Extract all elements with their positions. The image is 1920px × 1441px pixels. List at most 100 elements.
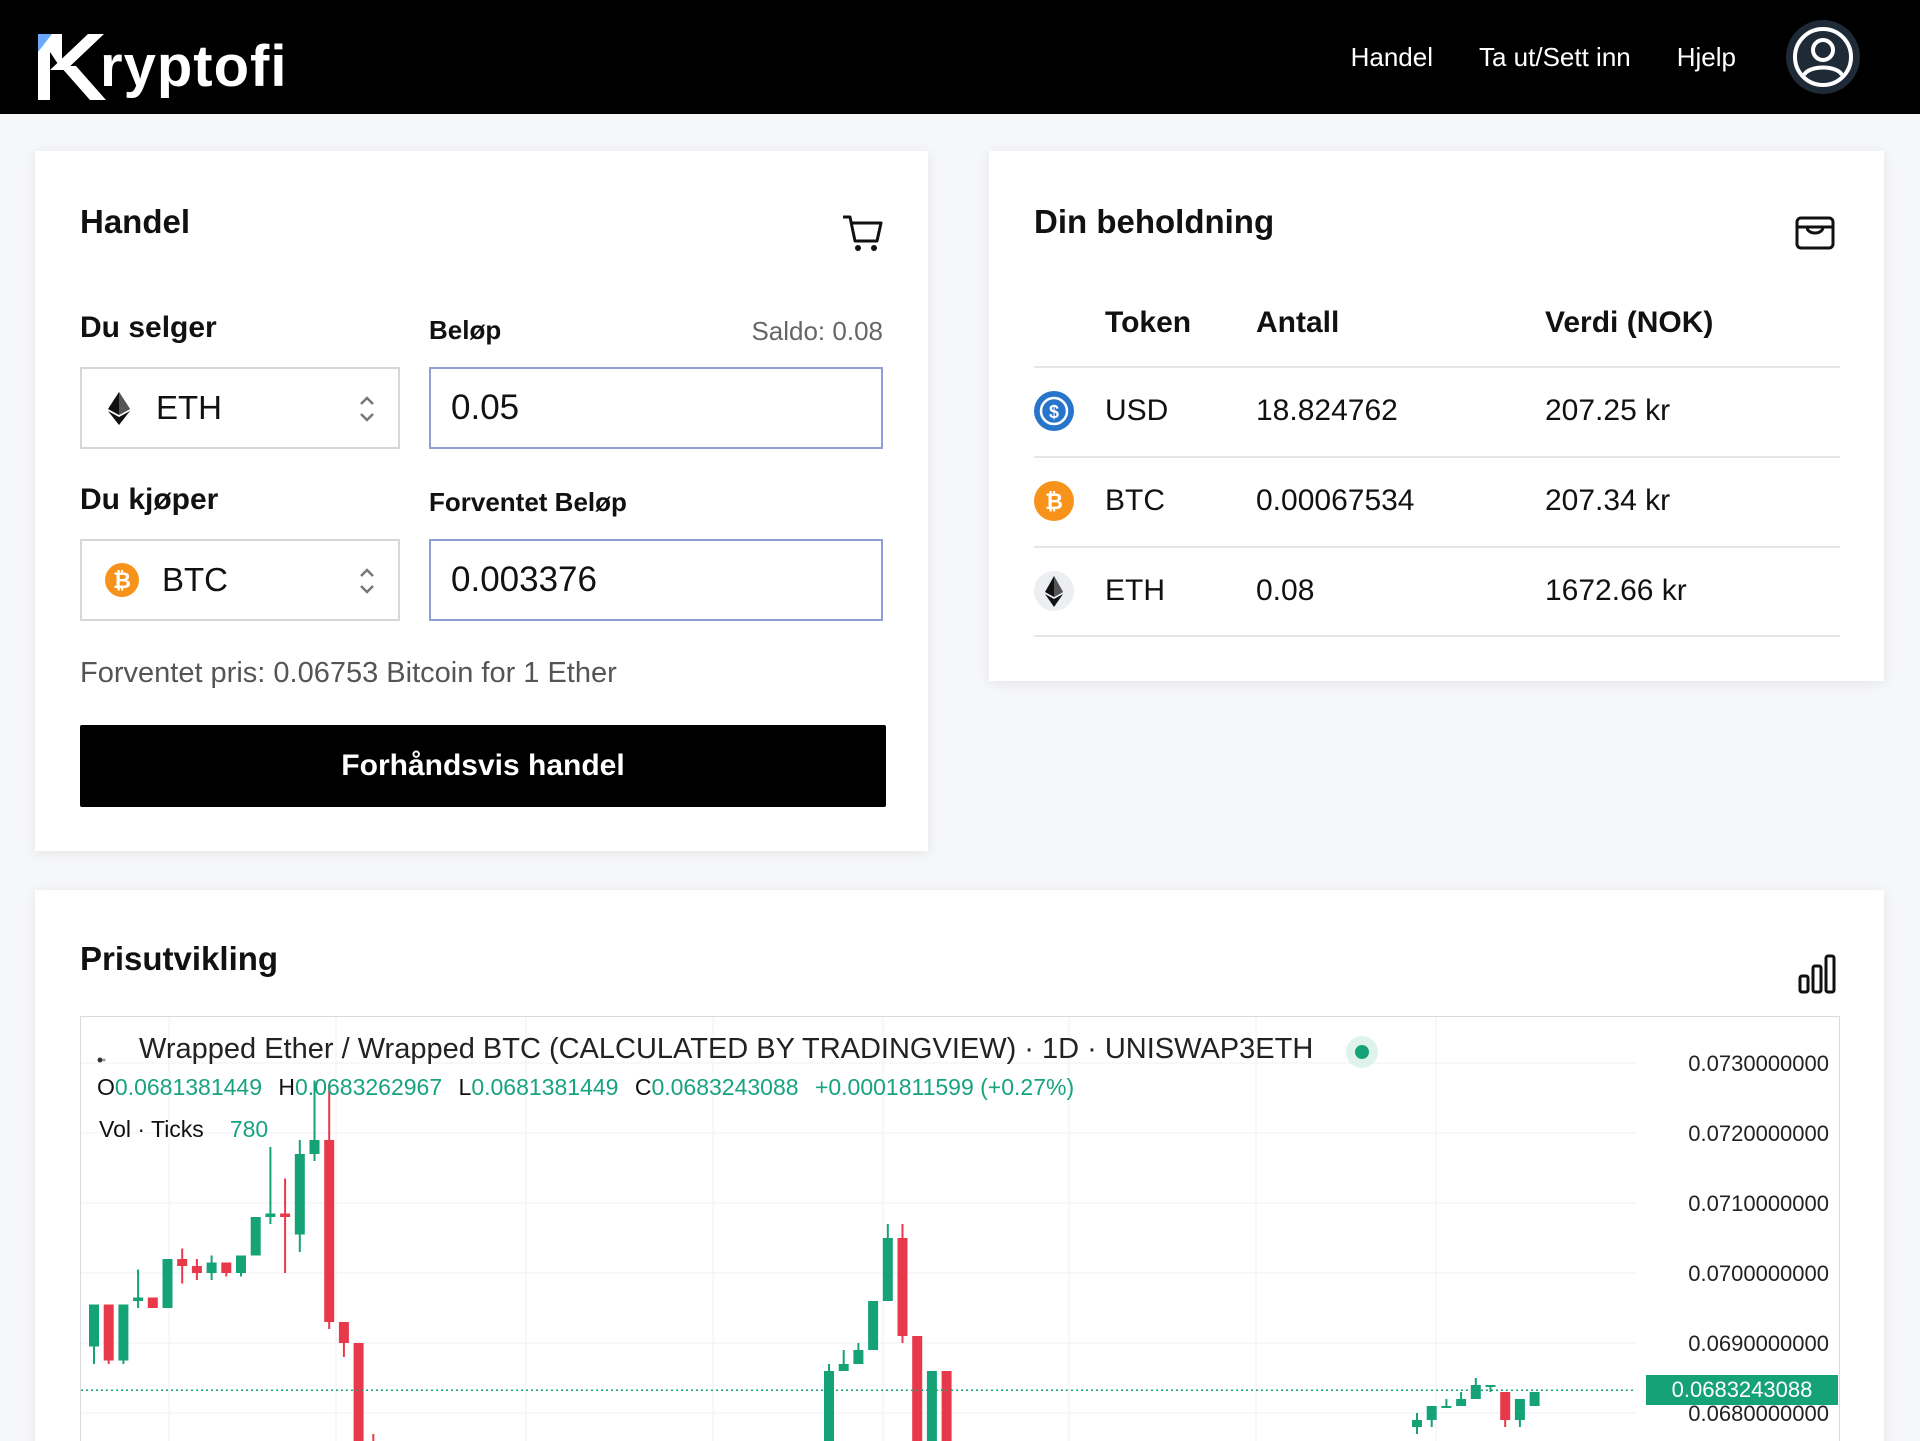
ethereum-icon: [108, 392, 130, 425]
candle-body: [206, 1262, 217, 1273]
volume-value: 780: [229, 1116, 269, 1142]
y-axis-tick-label: 0.0700000000: [1688, 1261, 1829, 1286]
col-value: Verdi (NOK): [1545, 306, 1714, 339]
candle-body: [103, 1304, 114, 1361]
high-label: H: [278, 1074, 296, 1100]
holding-token: USD: [1105, 394, 1169, 427]
svg-text:₿: ₿: [1045, 489, 1063, 514]
candle-body: [177, 1259, 188, 1266]
select-chevron-icon: [360, 396, 374, 422]
table-divider: [1034, 546, 1840, 548]
user-avatar-button[interactable]: [1786, 20, 1860, 94]
brand-name: ryptofi: [100, 34, 288, 99]
buy-token-select[interactable]: ₿ BTC: [80, 539, 400, 621]
main-nav: Handel Ta ut/Sett inn Hjelp: [1351, 0, 1920, 114]
candle-body: [853, 1350, 864, 1364]
expected-price-text: Forventet pris: 0.06753 Bitcoin for 1 Et…: [80, 657, 617, 689]
current-price-tag: 0.0683243088: [1646, 1375, 1838, 1406]
holding-value: 1672.66 kr: [1545, 574, 1687, 607]
volume-legend: Vol · Ticks 780: [99, 1116, 268, 1143]
holding-amount: 18.824762: [1256, 394, 1398, 427]
table-divider: [1034, 366, 1840, 368]
market-status-icon: [1345, 1035, 1379, 1074]
user-icon: [1793, 27, 1853, 87]
svg-text:$: $: [1049, 402, 1059, 422]
candle-body: [191, 1266, 202, 1273]
change-value: +0.0001811599 (+0.27%): [814, 1074, 1075, 1100]
candle-body: [133, 1297, 144, 1301]
low-label: L: [458, 1074, 472, 1100]
volume-label: Vol · Ticks: [99, 1116, 204, 1142]
col-token: Token: [1105, 306, 1192, 339]
candle-body: [1426, 1406, 1437, 1420]
sell-label: Du selger: [80, 311, 217, 344]
candle-body: [309, 1140, 320, 1154]
holding-amount: 0.08: [1256, 574, 1315, 607]
svg-text:₿: ₿: [113, 568, 131, 593]
holding-value: 207.34 kr: [1545, 484, 1671, 517]
candle-body: [1485, 1385, 1496, 1387]
logo-mark-icon: [36, 30, 106, 104]
candle-body: [1412, 1420, 1422, 1427]
balance-text: Saldo: 0.08: [751, 316, 883, 346]
sell-token-select[interactable]: ETH: [80, 367, 400, 449]
close-label: C: [634, 1074, 652, 1100]
preview-trade-button[interactable]: Forhåndsvis handel: [80, 725, 886, 807]
candle-body: [294, 1154, 305, 1235]
candle-body: [1456, 1399, 1467, 1406]
sell-token-value: ETH: [156, 389, 222, 426]
candle-body: [1441, 1406, 1452, 1408]
candle-body: [324, 1140, 335, 1322]
chart-card-title: Prisutvikling: [80, 940, 279, 977]
nav-withdraw-deposit[interactable]: Ta ut/Sett inn: [1479, 42, 1631, 73]
candle-body: [1470, 1385, 1481, 1399]
y-axis-tick-label: 0.0710000000: [1688, 1191, 1829, 1216]
y-axis-tick-label: 0.0720000000: [1688, 1121, 1829, 1146]
candle-body: [236, 1255, 246, 1273]
symbol-title: Wrapped Ether / Wrapped BTC (CALCULATED …: [139, 1033, 1314, 1065]
holding-token: BTC: [1105, 484, 1165, 517]
candle-body: [280, 1213, 291, 1217]
candle-body: [250, 1217, 261, 1256]
col-amount: Antall: [1256, 306, 1340, 339]
brand-logo[interactable]: ryptofi: [36, 14, 287, 104]
candle-body: [1529, 1392, 1540, 1406]
candle-body: [897, 1238, 908, 1336]
y-axis-tick-label: 0.0730000000: [1688, 1051, 1829, 1076]
candle-body: [338, 1322, 349, 1343]
candle-body: [265, 1213, 276, 1217]
holding-value: 207.25 kr: [1545, 394, 1671, 427]
ohlc-legend: O0.0681381449 H0.0683262967 L0.068138144…: [97, 1074, 1074, 1101]
high-value: 0.0683262967: [295, 1074, 443, 1100]
nav-handel[interactable]: Handel: [1351, 42, 1433, 73]
low-value: 0.0681381449: [471, 1074, 619, 1100]
select-chevron-icon: [360, 568, 374, 594]
bar-chart-icon: [1798, 954, 1838, 999]
holding-amount: 0.00067534: [1256, 484, 1415, 517]
open-value: 0.0681381449: [114, 1074, 262, 1100]
expected-amount-input[interactable]: 0.003376: [429, 539, 883, 621]
candle-body: [89, 1304, 99, 1347]
table-divider: [1034, 635, 1840, 637]
tradingview-chart[interactable]: 0.0730000000 0.0720000000 0.0710000000 0.07…: [80, 1016, 1840, 1441]
usd-coin-icon: $: [1034, 391, 1074, 431]
candle-body: [941, 1371, 952, 1441]
price-chart-card: Prisutvikling 0.0730000000 0.0720000000 0.…: [35, 890, 1884, 1441]
candle-body: [838, 1364, 849, 1371]
candle-body: [1500, 1392, 1511, 1420]
candle-body: [1514, 1399, 1525, 1420]
open-label: O: [97, 1074, 115, 1100]
nav-help[interactable]: Hjelp: [1677, 42, 1736, 73]
candle-body: [353, 1343, 364, 1441]
table-divider: [1034, 456, 1840, 458]
cart-icon: [841, 213, 885, 258]
holdings-card: Din beholdning Token Antall Verdi (NOK) …: [989, 151, 1884, 681]
candle-body: [824, 1371, 834, 1441]
ethereum-icon: [1034, 571, 1074, 611]
holdings-title: Din beholdning: [1034, 203, 1275, 240]
buy-token-value: BTC: [162, 561, 228, 598]
sell-amount-input[interactable]: 0.05: [429, 367, 883, 449]
trade-title: Handel: [80, 203, 191, 240]
bitcoin-icon: ₿: [1034, 481, 1074, 521]
candle-body: [118, 1304, 129, 1361]
